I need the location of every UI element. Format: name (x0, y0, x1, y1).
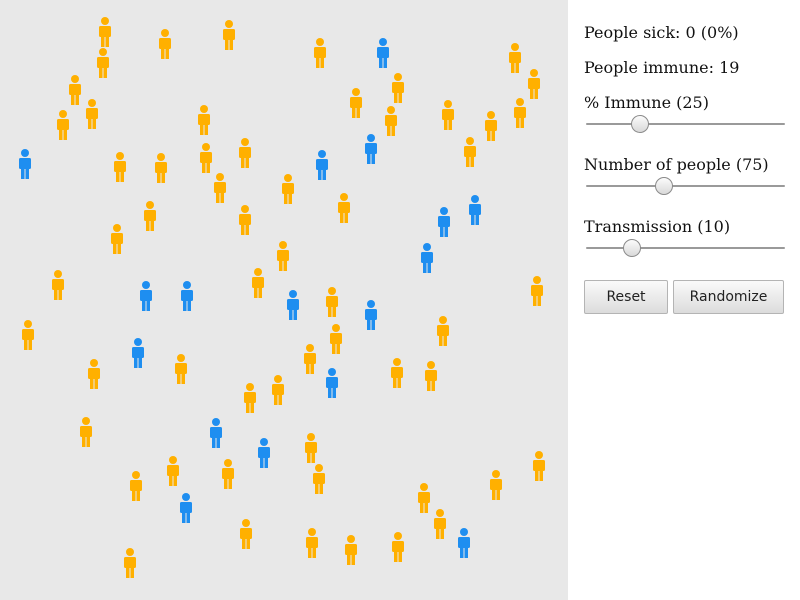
person-immune-icon (468, 195, 482, 225)
percent-immune-label: % Immune (25) (584, 93, 709, 112)
person-healthy-icon (304, 433, 318, 463)
person-healthy-icon (417, 483, 431, 513)
person-healthy-icon (484, 111, 498, 141)
person-immune-icon (179, 493, 193, 523)
person-healthy-icon (222, 20, 236, 50)
person-healthy-icon (390, 358, 404, 388)
person-healthy-icon (158, 29, 172, 59)
person-healthy-icon (508, 43, 522, 73)
person-healthy-icon (349, 88, 363, 118)
person-immune-icon (364, 134, 378, 164)
person-healthy-icon (391, 532, 405, 562)
person-healthy-icon (154, 153, 168, 183)
person-healthy-icon (276, 241, 290, 271)
person-healthy-icon (344, 535, 358, 565)
person-healthy-icon (166, 456, 180, 486)
person-healthy-icon (143, 201, 157, 231)
slider-track (586, 123, 785, 125)
person-healthy-icon (243, 383, 257, 413)
slider-thumb[interactable] (630, 115, 649, 133)
person-immune-icon (257, 438, 271, 468)
person-healthy-icon (129, 471, 143, 501)
person-healthy-icon (113, 152, 127, 182)
person-healthy-icon (238, 205, 252, 235)
person-healthy-icon (238, 138, 252, 168)
slider-thumb[interactable] (622, 239, 641, 257)
person-healthy-icon (51, 270, 65, 300)
person-immune-icon (376, 38, 390, 68)
person-healthy-icon (463, 137, 477, 167)
transmission-label: Transmission (10) (584, 217, 731, 236)
person-healthy-icon (424, 361, 438, 391)
person-immune-icon (364, 300, 378, 330)
person-healthy-icon (325, 287, 339, 317)
person-healthy-icon (530, 276, 544, 306)
person-immune-icon (180, 281, 194, 311)
control-panel: People sick: 0 (0%) People immune: 19 % … (584, 0, 789, 600)
slider-track (586, 185, 785, 187)
person-immune-icon (325, 368, 339, 398)
person-healthy-icon (441, 100, 455, 130)
person-healthy-icon (56, 110, 70, 140)
person-healthy-icon (199, 143, 213, 173)
person-immune-icon (315, 150, 329, 180)
person-healthy-icon (312, 464, 326, 494)
percent-immune-slider[interactable] (584, 114, 787, 134)
person-healthy-icon (384, 106, 398, 136)
person-healthy-icon (221, 459, 235, 489)
people-sick-text: People sick: 0 (0%) (584, 23, 739, 42)
person-immune-icon (131, 338, 145, 368)
slider-track (586, 247, 785, 249)
person-healthy-icon (391, 73, 405, 103)
person-immune-icon (139, 281, 153, 311)
person-immune-icon (18, 149, 32, 179)
number-of-people-label: Number of people (75) (584, 155, 769, 174)
person-healthy-icon (305, 528, 319, 558)
person-healthy-icon (251, 268, 265, 298)
person-healthy-icon (329, 324, 343, 354)
person-healthy-icon (174, 354, 188, 384)
person-healthy-icon (532, 451, 546, 481)
person-healthy-icon (337, 193, 351, 223)
person-healthy-icon (85, 99, 99, 129)
person-healthy-icon (87, 359, 101, 389)
person-healthy-icon (313, 38, 327, 68)
simulation-canvas (0, 0, 568, 600)
person-healthy-icon (123, 548, 137, 578)
person-healthy-icon (21, 320, 35, 350)
person-healthy-icon (489, 470, 503, 500)
person-healthy-icon (79, 417, 93, 447)
person-healthy-icon (239, 519, 253, 549)
reset-button[interactable]: Reset (584, 280, 668, 314)
person-immune-icon (209, 418, 223, 448)
person-healthy-icon (271, 375, 285, 405)
person-healthy-icon (433, 509, 447, 539)
person-healthy-icon (98, 17, 112, 47)
person-healthy-icon (213, 173, 227, 203)
person-healthy-icon (513, 98, 527, 128)
person-healthy-icon (110, 224, 124, 254)
person-immune-icon (286, 290, 300, 320)
person-healthy-icon (527, 69, 541, 99)
person-healthy-icon (281, 174, 295, 204)
people-immune-text: People immune: 19 (584, 58, 740, 77)
randomize-button[interactable]: Randomize (673, 280, 784, 314)
person-healthy-icon (303, 344, 317, 374)
person-immune-icon (457, 528, 471, 558)
person-healthy-icon (68, 75, 82, 105)
person-healthy-icon (197, 105, 211, 135)
person-healthy-icon (96, 48, 110, 78)
number-of-people-slider[interactable] (584, 176, 787, 196)
person-healthy-icon (436, 316, 450, 346)
transmission-slider[interactable] (584, 238, 787, 258)
person-immune-icon (437, 207, 451, 237)
person-immune-icon (420, 243, 434, 273)
slider-thumb[interactable] (654, 177, 673, 195)
